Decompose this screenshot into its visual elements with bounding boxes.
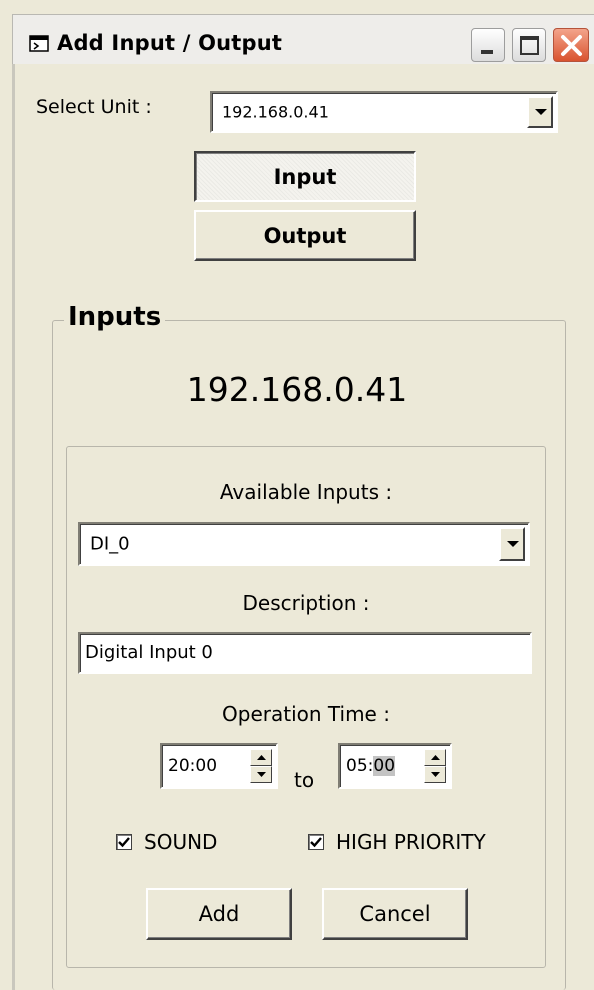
input-mode-button[interactable]: Input <box>194 151 416 202</box>
time-from-updown[interactable] <box>250 749 272 783</box>
dropdown-arrow-button[interactable] <box>527 96 553 128</box>
window-border <box>12 64 15 990</box>
spin-up-button[interactable] <box>424 749 446 766</box>
window-app-icon <box>29 35 49 52</box>
spin-down-button[interactable] <box>250 766 272 783</box>
spin-down-button[interactable] <box>424 766 446 783</box>
arrow-up-icon <box>431 755 440 760</box>
select-unit-value: 192.168.0.41 <box>222 102 329 122</box>
output-mode-button[interactable]: Output <box>194 210 416 261</box>
unit-ip-heading: 192.168.0.41 <box>186 370 408 409</box>
time-from-spinner[interactable]: 20:00 <box>160 743 278 789</box>
inputs-group-title: Inputs <box>64 302 166 332</box>
arrow-down-icon <box>431 772 440 777</box>
to-label: to <box>294 768 315 792</box>
arrow-down-icon <box>257 772 266 777</box>
high-priority-label: HIGH PRIORITY <box>336 830 486 854</box>
time-from-value[interactable]: 20:00 <box>168 756 217 776</box>
cancel-button[interactable]: Cancel <box>322 888 468 940</box>
sound-checkbox-row[interactable]: SOUND <box>116 830 217 854</box>
description-label: Description : <box>242 591 370 615</box>
sound-checkbox[interactable] <box>116 834 132 850</box>
description-field[interactable]: Digital Input 0 <box>78 632 532 674</box>
title-bar[interactable]: Add Input / Output <box>12 14 594 64</box>
maximize-icon <box>520 36 539 55</box>
operation-time-label: Operation Time : <box>222 702 390 726</box>
time-to-spinner[interactable]: 05:00 <box>338 743 452 789</box>
high-priority-checkbox-row[interactable]: HIGH PRIORITY <box>308 830 486 854</box>
window-title: Add Input / Output <box>57 31 283 55</box>
arrow-up-icon <box>257 755 266 760</box>
minimize-button[interactable] <box>471 28 505 62</box>
dropdown-arrow-button[interactable] <box>499 527 525 561</box>
add-input-output-window: Add Input / Output Select Unit : 192.168… <box>0 0 594 990</box>
select-unit-dropdown[interactable]: 192.168.0.41 <box>210 91 558 133</box>
checkmark-icon <box>118 837 130 848</box>
close-icon <box>561 35 582 56</box>
chevron-down-icon <box>535 109 547 115</box>
high-priority-checkbox[interactable] <box>308 834 324 850</box>
select-unit-label: Select Unit : <box>36 96 152 118</box>
selected-minute-segment: 00 <box>373 756 396 776</box>
time-to-updown[interactable] <box>424 749 446 783</box>
available-inputs-value: DI_0 <box>90 533 130 555</box>
checkmark-icon <box>310 837 322 848</box>
close-button[interactable] <box>553 28 589 62</box>
sound-label: SOUND <box>144 830 218 854</box>
minimize-icon <box>481 50 493 54</box>
maximize-button[interactable] <box>512 28 546 62</box>
spin-up-button[interactable] <box>250 749 272 766</box>
time-to-value[interactable]: 05:00 <box>346 756 396 776</box>
available-inputs-dropdown[interactable]: DI_0 <box>78 522 530 566</box>
chevron-down-icon <box>507 541 519 547</box>
available-inputs-label: Available Inputs : <box>219 480 393 504</box>
add-button[interactable]: Add <box>146 888 292 940</box>
